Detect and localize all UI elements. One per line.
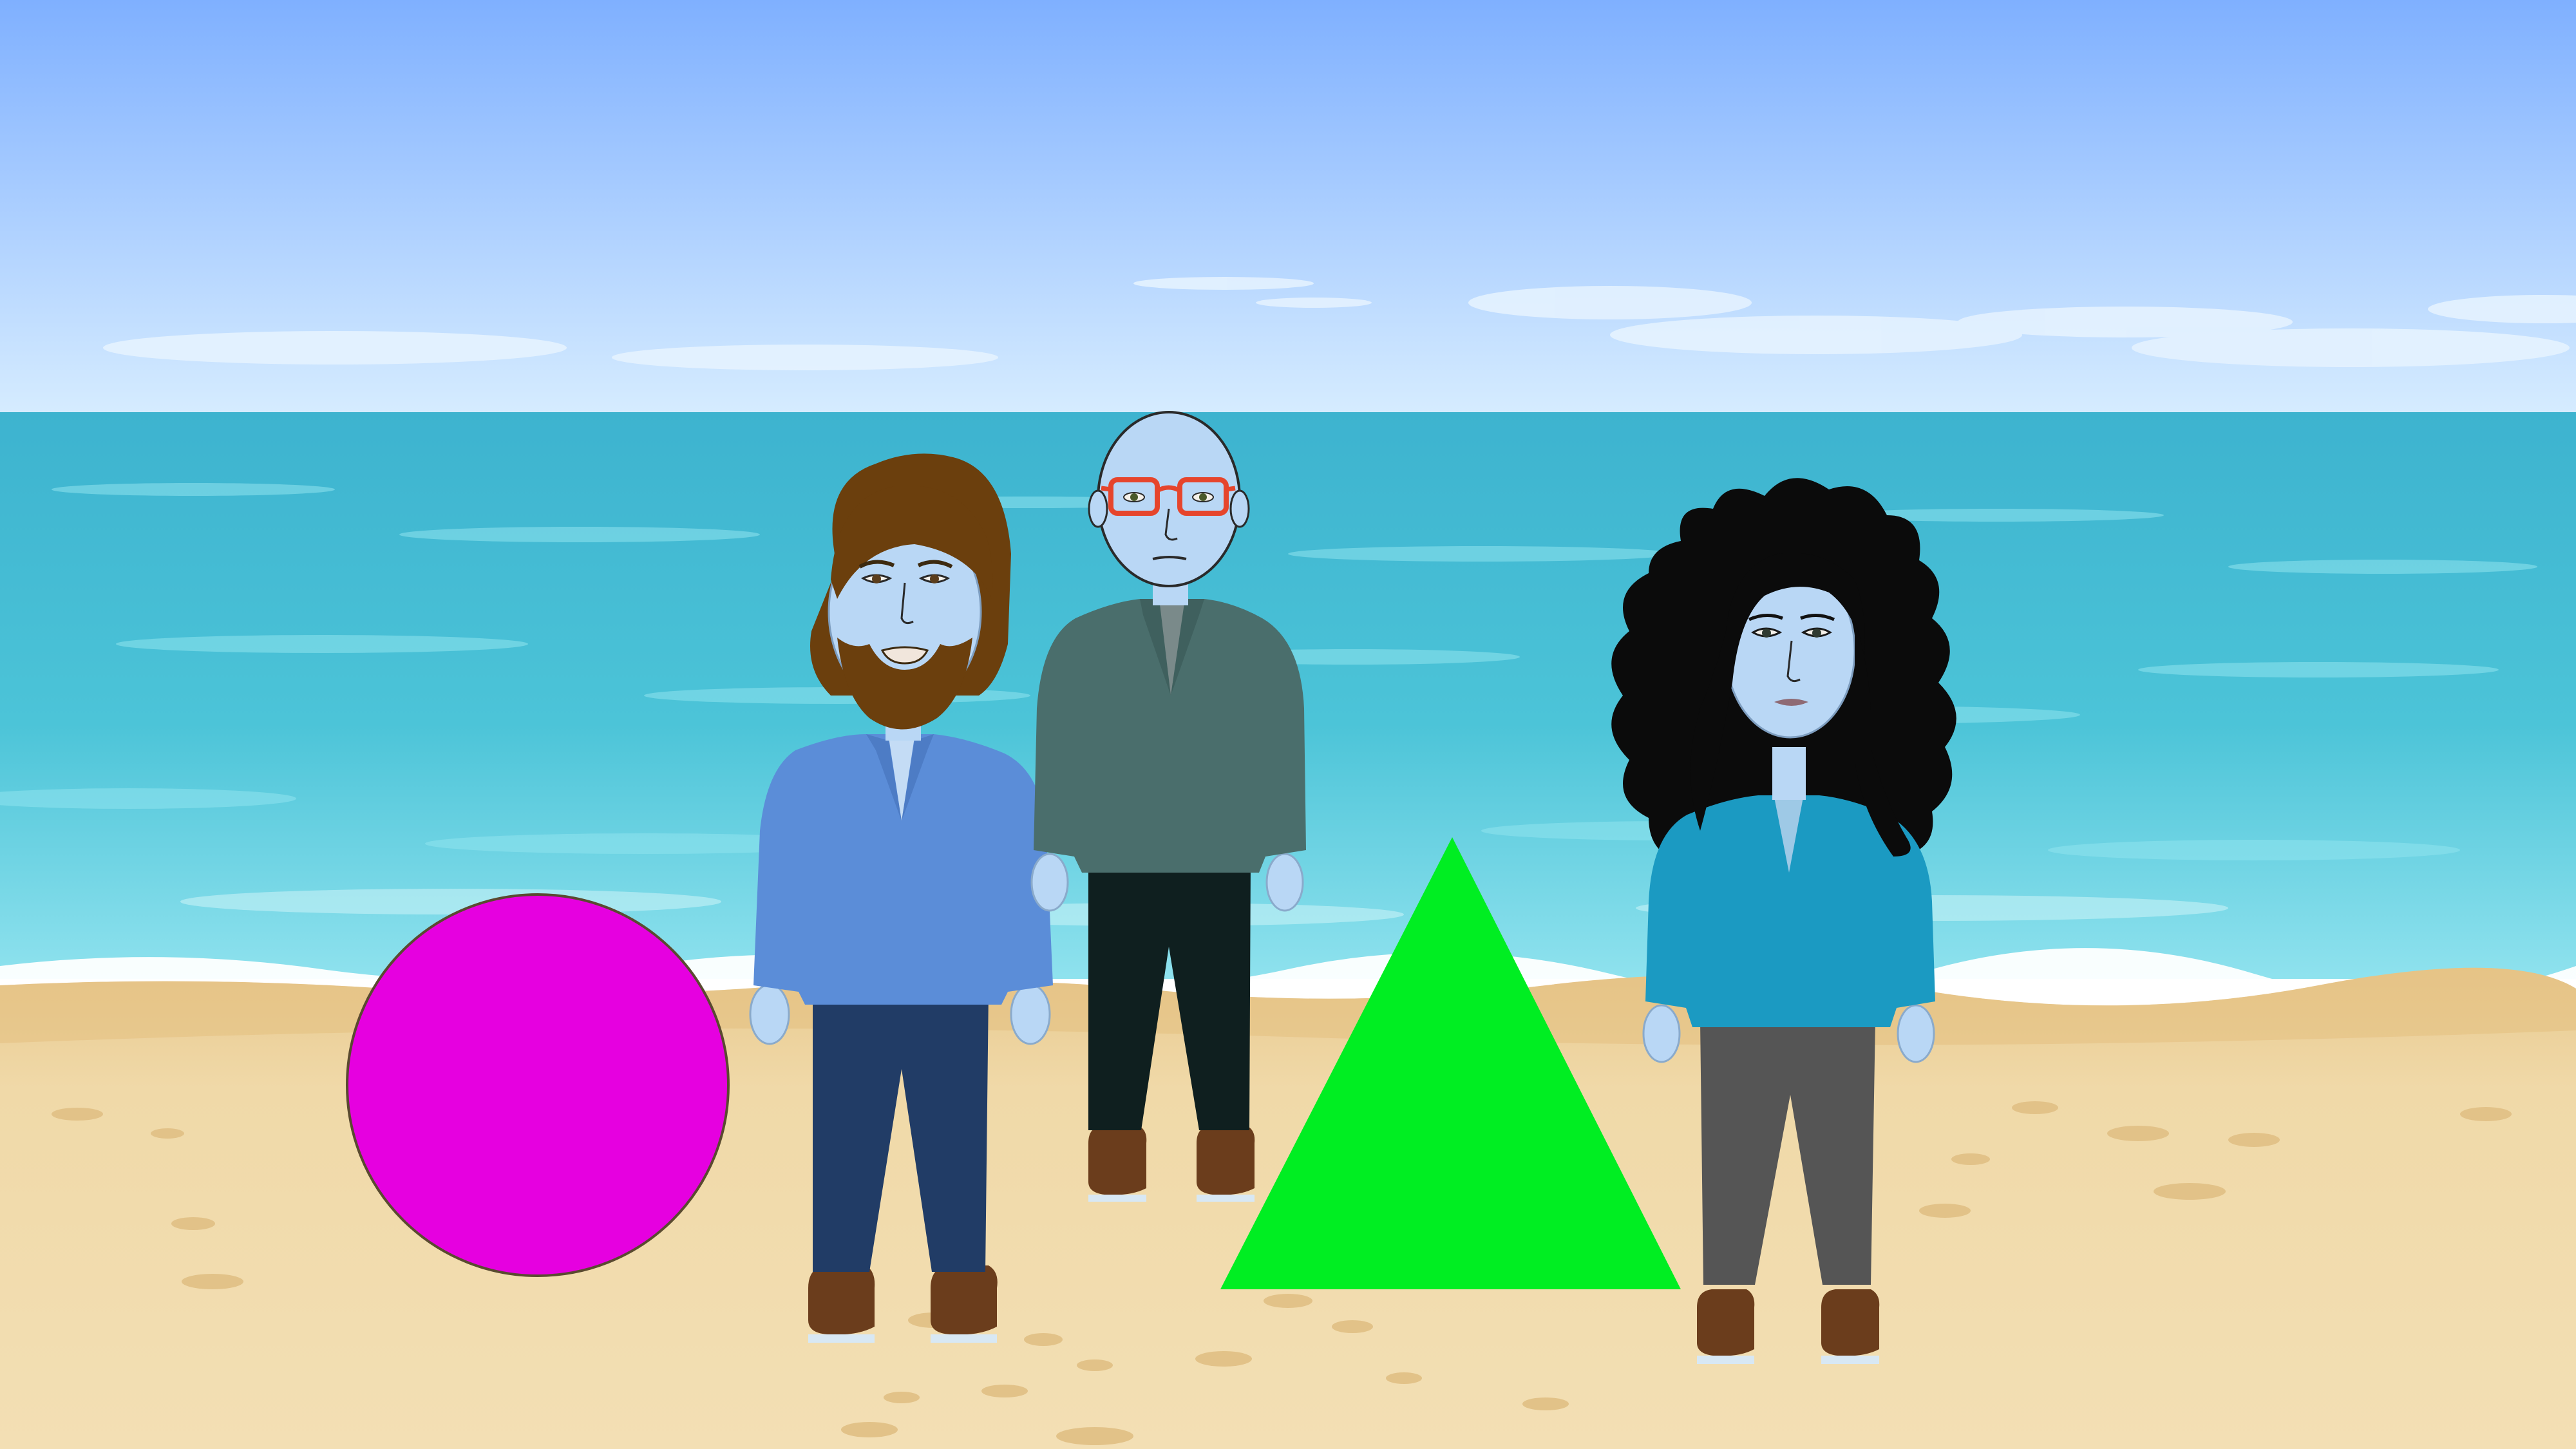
beach-scene: [0, 0, 2576, 1449]
scene-canvas: [0, 0, 2576, 1449]
magenta-circle: [346, 893, 730, 1277]
